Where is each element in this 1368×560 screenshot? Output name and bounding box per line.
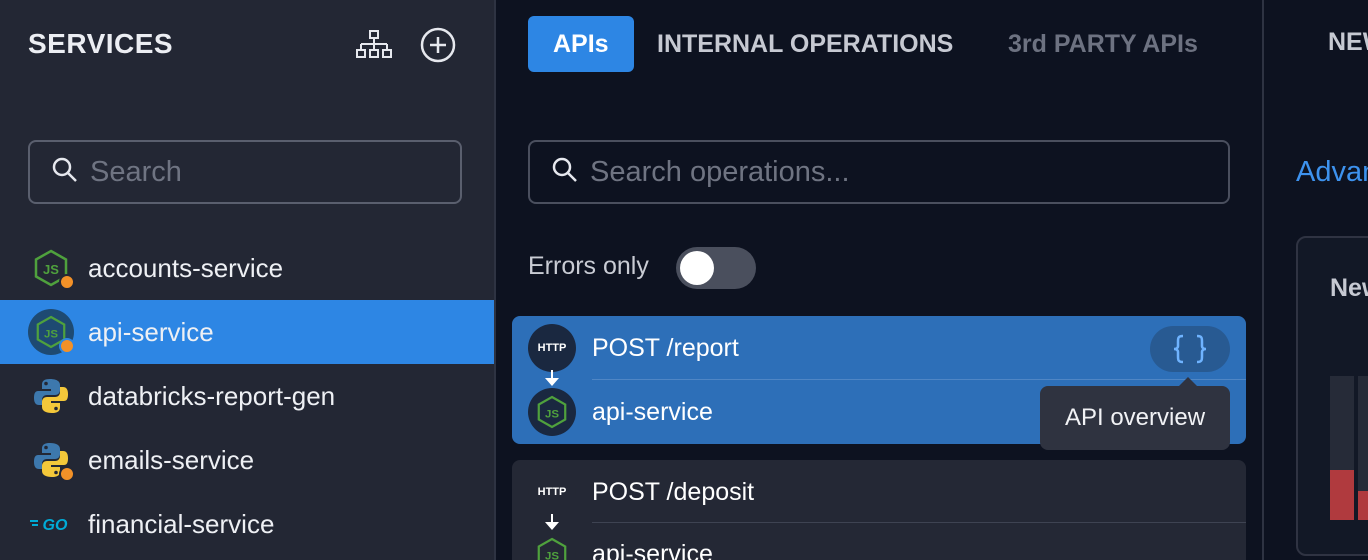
errors-only-label: Errors only bbox=[528, 252, 649, 280]
status-dot bbox=[59, 338, 75, 354]
svg-text:JS: JS bbox=[545, 408, 559, 420]
service-label: emails-service bbox=[88, 444, 255, 475]
service-item-financial-service[interactable]: GO financial-service bbox=[0, 492, 494, 556]
nodejs-icon: JS bbox=[528, 388, 576, 436]
operations-search-input[interactable]: Search operations... bbox=[528, 140, 1230, 204]
operation-service-name: api-service bbox=[592, 539, 713, 560]
operation-name: POST /report bbox=[592, 333, 739, 362]
svg-text:JS: JS bbox=[44, 328, 58, 340]
svg-text:JS: JS bbox=[545, 550, 559, 560]
service-item-api-service[interactable]: JS api-service bbox=[0, 300, 494, 364]
service-item-emails-service[interactable]: emails-service bbox=[0, 428, 494, 492]
api-overview-tooltip: API overview bbox=[1040, 377, 1230, 450]
service-map-icon[interactable] bbox=[356, 27, 392, 63]
operation-row: HTTP POST /report bbox=[512, 316, 1246, 380]
service-label: accounts-service bbox=[88, 252, 284, 283]
nodejs-icon: JS bbox=[28, 245, 75, 291]
service-label: api-service bbox=[88, 316, 214, 347]
services-search-input[interactable]: Search bbox=[28, 140, 462, 204]
search-placeholder: Search operations... bbox=[590, 155, 850, 188]
errors-only-toggle[interactable] bbox=[676, 247, 756, 289]
svg-text:JS: JS bbox=[43, 262, 59, 277]
advanced-link[interactable]: Advanced bbox=[1296, 156, 1368, 189]
chart-bar bbox=[1358, 376, 1368, 520]
operations-panel: APIs INTERNAL OPERATIONS 3rd PARTY APIs … bbox=[496, 0, 1262, 560]
go-icon: GO bbox=[28, 501, 74, 547]
metrics-card-title: New bbox=[1330, 274, 1368, 302]
service-row: JS api-service bbox=[512, 522, 1246, 560]
error-bar-fill bbox=[1358, 491, 1368, 520]
details-panel: NEW Advanced New bbox=[1264, 0, 1368, 560]
error-bar-fill bbox=[1330, 469, 1354, 520]
service-item-databricks-report-gen[interactable]: databricks-report-gen bbox=[0, 364, 494, 428]
add-service-icon[interactable] bbox=[420, 27, 456, 63]
services-sidebar: SERVICES Search JS accounts-service JS a… bbox=[0, 0, 494, 560]
tab-internal-operations[interactable]: INTERNAL OPERATIONS bbox=[657, 16, 953, 72]
tab-3rd-party-apis[interactable]: 3rd PARTY APIs bbox=[1008, 16, 1198, 72]
python-icon bbox=[28, 437, 75, 483]
nodejs-icon: JS bbox=[28, 309, 75, 355]
operation-row: HTTP POST /deposit bbox=[512, 460, 1246, 524]
http-badge-icon: HTTP bbox=[528, 468, 576, 516]
nodejs-icon: JS bbox=[528, 530, 576, 560]
search-placeholder: Search bbox=[90, 155, 182, 188]
python-icon bbox=[28, 373, 74, 419]
svg-text:GO: GO bbox=[43, 517, 68, 534]
operation-card-post-deposit[interactable]: HTTP POST /deposit JS api-service bbox=[512, 460, 1246, 560]
api-overview-button[interactable] bbox=[1150, 326, 1230, 372]
search-icon bbox=[52, 157, 78, 188]
metrics-card: New bbox=[1296, 236, 1368, 556]
toggle-knob bbox=[680, 251, 714, 285]
service-label: financial-service bbox=[88, 508, 275, 539]
sidebar-title: SERVICES bbox=[28, 28, 174, 59]
tab-apis[interactable]: APIs bbox=[528, 16, 634, 72]
search-icon bbox=[552, 157, 578, 188]
status-dot bbox=[59, 274, 75, 290]
tab-new[interactable]: NEW bbox=[1328, 28, 1368, 57]
service-label: databricks-report-gen bbox=[88, 380, 336, 411]
http-badge-icon: HTTP bbox=[528, 324, 576, 372]
service-item-accounts-service[interactable]: JS accounts-service bbox=[0, 236, 494, 300]
operation-name: POST /deposit bbox=[592, 477, 755, 506]
operation-service-name: api-service bbox=[592, 397, 713, 426]
chart-bar bbox=[1330, 376, 1354, 520]
status-dot bbox=[59, 466, 75, 482]
